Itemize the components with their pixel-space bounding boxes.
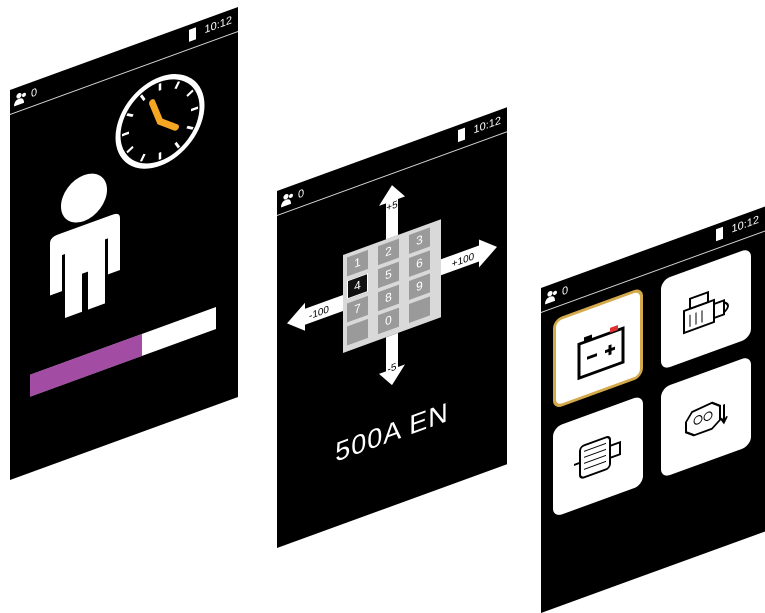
user-indicator: 0 [281,187,305,208]
alternator-tile[interactable] [553,394,643,518]
battery-icon [189,27,197,42]
arrow-right-button[interactable]: +100 [441,233,497,281]
battery-icon [716,226,724,242]
user-count: 0 [562,284,569,299]
starter-motor-icon [683,290,729,335]
battery-icon [458,127,466,142]
arrow-down-button[interactable]: -5 [379,330,405,389]
status-time: 10:12 [473,114,501,137]
user-icon [14,92,26,107]
engine-icon [685,401,728,437]
progress-bar-fill [30,334,142,397]
status-time: 10:12 [731,213,759,236]
battery-test-icon [577,324,625,381]
alternator-icon [574,436,621,479]
starter-motor-tile[interactable] [661,247,751,371]
battery-test-tile[interactable] [553,286,643,410]
user-indicator: 0 [14,86,38,107]
waiting-screen: 0 10:12 [10,7,238,480]
status-time: 10:12 [204,14,232,37]
arrow-left-button[interactable]: -100 [287,289,343,337]
value-entry-screen: 0 10:12 +5 -5 -100 +100 1 2 3 4 5 6 7 8 … [277,107,507,549]
engine-tile[interactable] [661,355,751,479]
user-icon [545,290,557,305]
user-count: 0 [31,86,38,101]
user-count: 0 [298,187,305,202]
test-menu-screen: 0 10:12 [541,206,765,613]
user-icon [281,193,293,208]
person-icon [42,156,132,329]
user-indicator: 0 [545,284,569,305]
